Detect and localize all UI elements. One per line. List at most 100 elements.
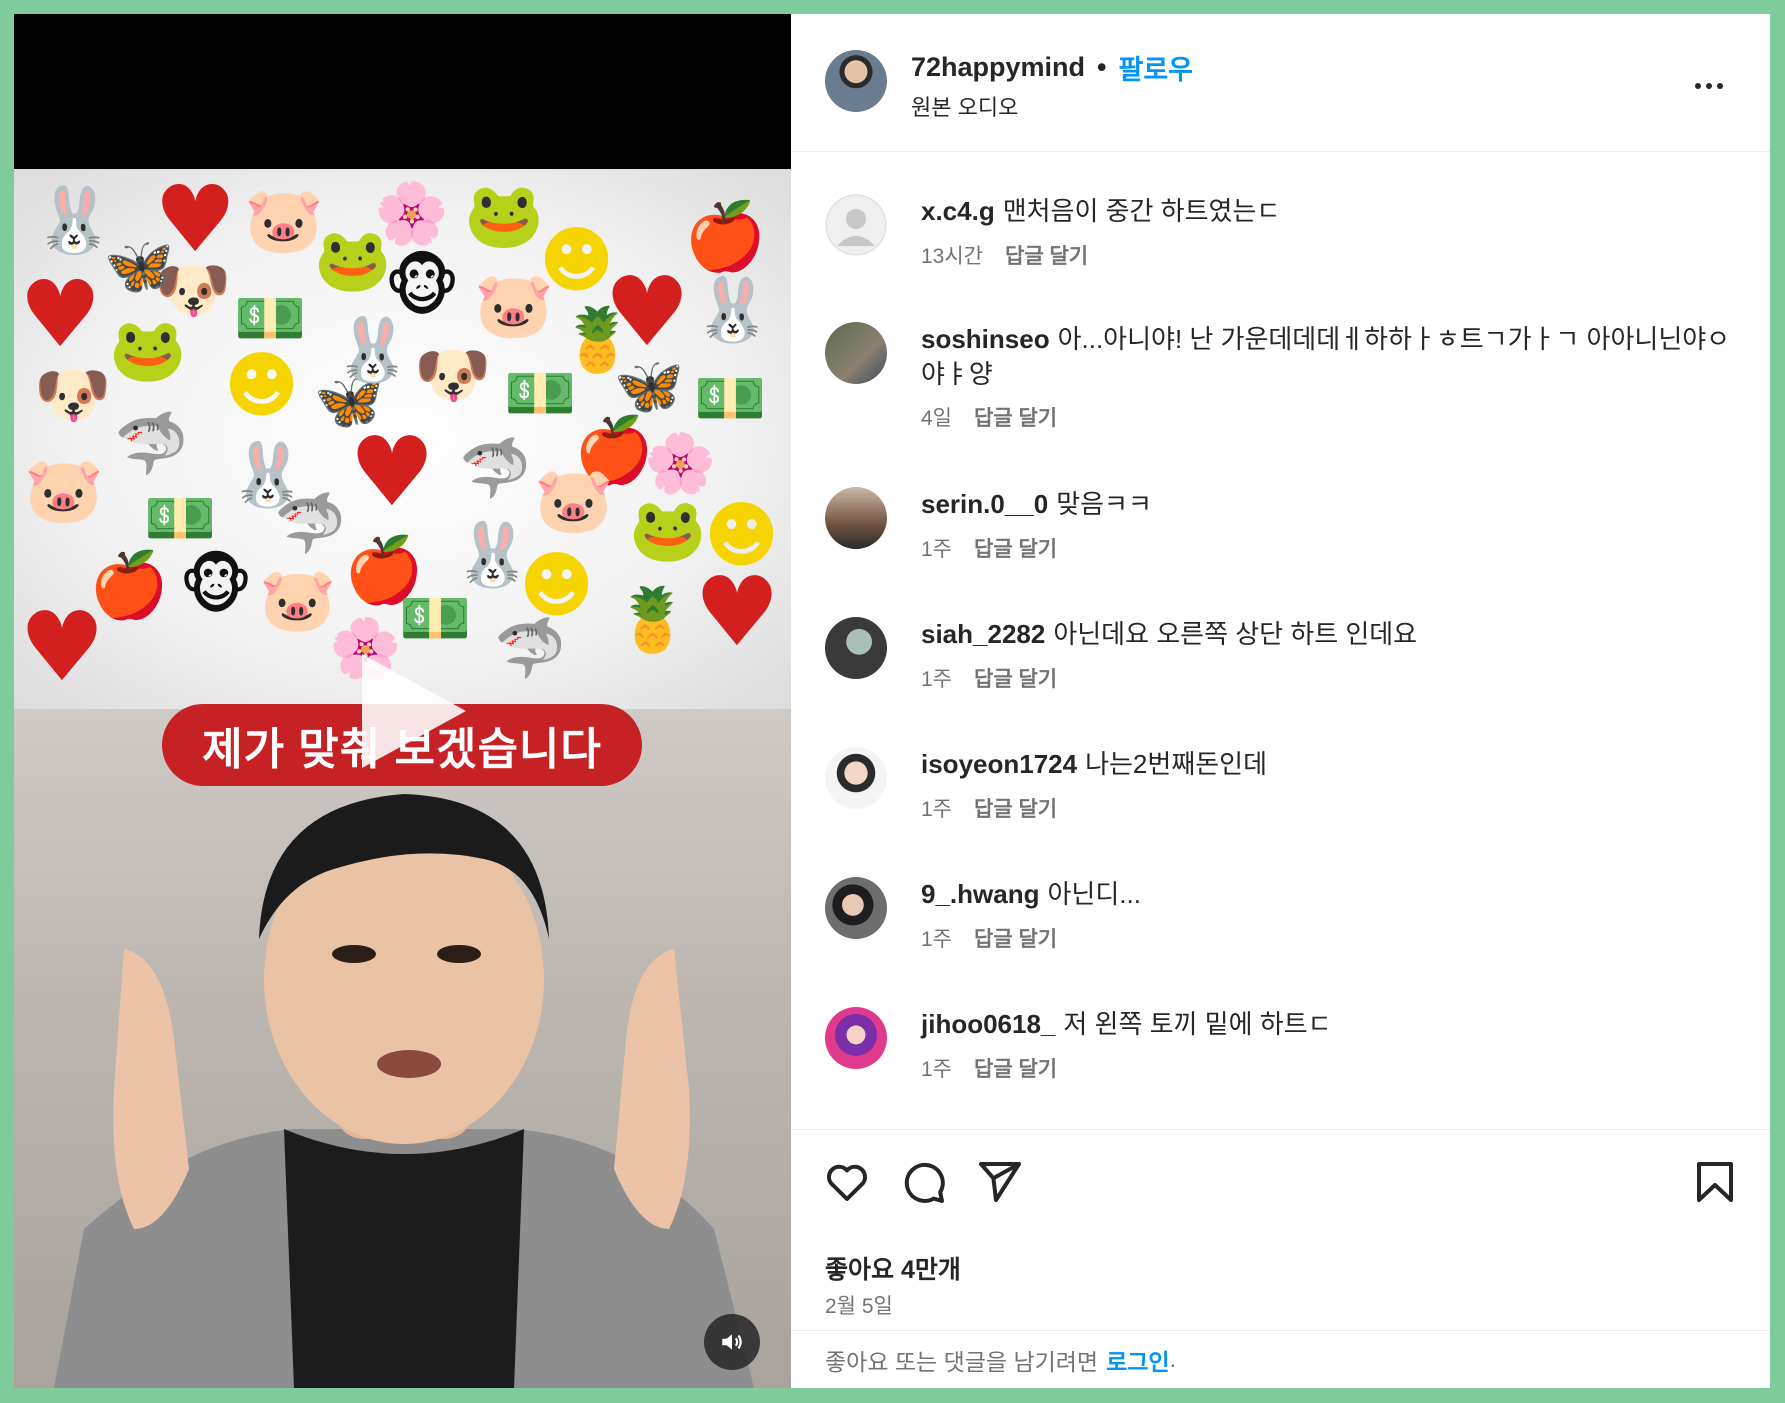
- frog-sticker: 🐸: [629, 493, 707, 566]
- author-row: 72happymind • 팔로우: [911, 48, 1193, 87]
- separator-dot: •: [1097, 52, 1107, 82]
- comment-meta: 1주 답글 달기: [921, 663, 1057, 693]
- reply-button[interactable]: 답글 달기: [1005, 240, 1088, 270]
- comment-meta: 4일 답글 달기: [921, 402, 1057, 432]
- pig-sticker: 🐷: [244, 184, 324, 258]
- login-prompt-suffix: .: [1169, 1346, 1176, 1372]
- volume-icon[interactable]: [704, 1314, 760, 1370]
- comment-username[interactable]: siah_2282: [921, 619, 1045, 649]
- author-avatar[interactable]: [825, 50, 887, 112]
- comment-time: 1주: [921, 1058, 952, 1081]
- heart-icon[interactable]: [823, 1158, 873, 1208]
- smiley-sticker: ☻: [519, 543, 595, 627]
- frog-sticker: 🐸: [109, 313, 187, 386]
- reply-button[interactable]: 답글 달기: [974, 793, 1057, 823]
- bookmark-icon[interactable]: [1691, 1158, 1741, 1208]
- flower-sticker: 🌸: [644, 429, 717, 497]
- reply-button[interactable]: 답글 달기: [974, 533, 1057, 563]
- comment-avatar[interactable]: [825, 1007, 887, 1069]
- comment-time: 4일: [921, 407, 952, 430]
- comment-content: 맨처음이 중간 하트였는ㄷ: [1002, 196, 1281, 226]
- heart-sticker: ♥: [604, 256, 691, 368]
- comment-time: 1주: [921, 798, 952, 821]
- comment-content: 아닌데요 오른쪽 상단 하트 인데요: [1053, 619, 1418, 649]
- presenter-figure: [54, 794, 754, 1388]
- pineapple-sticker: 🍍: [614, 583, 692, 656]
- comment-avatar[interactable]: [825, 487, 887, 549]
- comment-username[interactable]: soshinseo: [921, 324, 1050, 354]
- comment-avatar[interactable]: [825, 617, 887, 679]
- frog-sticker: 🐸: [314, 223, 392, 296]
- reply-button[interactable]: 답글 달기: [974, 663, 1057, 693]
- comment-avatar[interactable]: [825, 877, 887, 939]
- shark-sticker: 🦈: [459, 434, 532, 502]
- money-sticker: 💵: [694, 364, 767, 432]
- comments-list[interactable]: x.c4.g 맨처음이 중간 하트였는ㄷ 13시간 답글 달기 soshinseo…: [791, 152, 1770, 1142]
- monkey-sticker: 🐵: [384, 248, 461, 325]
- reply-button[interactable]: 답글 달기: [974, 402, 1057, 432]
- apple-sticker: 🍎: [684, 198, 767, 275]
- reply-button[interactable]: 답글 달기: [974, 923, 1057, 953]
- send-icon[interactable]: [975, 1158, 1025, 1208]
- pig-sticker: 🐷: [534, 464, 614, 538]
- comment-content: 맞음ㅋㅋ: [1056, 489, 1152, 519]
- money-sticker: 💵: [399, 584, 472, 652]
- comment-time: 1주: [921, 928, 952, 951]
- comment-avatar[interactable]: [825, 322, 887, 384]
- shark-sticker: 🦈: [494, 614, 567, 682]
- comment-text: siah_2282 아닌데요 오른쪽 상단 하트 인데요: [921, 617, 1741, 652]
- comment-text: x.c4.g 맨처음이 중간 하트였는ㄷ: [921, 194, 1741, 229]
- post-panel: 72happymind • 팔로우 원본 오디오 x.c4.g 맨처음이 중간 하…: [791, 14, 1770, 1388]
- likes-count[interactable]: 좋아요 4만개: [825, 1250, 961, 1286]
- comment-icon[interactable]: [899, 1158, 949, 1208]
- monkey-sticker: 🐵: [179, 549, 253, 623]
- money-sticker: 💵: [504, 359, 577, 427]
- comment-username[interactable]: isoyeon1724: [921, 749, 1077, 779]
- more-options-icon[interactable]: [1695, 76, 1735, 96]
- heart-sticker: ♥: [349, 416, 436, 528]
- comment-meta: 1주 답글 달기: [921, 1053, 1057, 1083]
- comment-avatar[interactable]: [825, 194, 887, 256]
- comment-username[interactable]: x.c4.g: [921, 196, 995, 226]
- comment-content: 아닌디...: [1047, 879, 1141, 909]
- comment-text: 9_.hwang 아닌디...: [921, 877, 1741, 912]
- comment-time: 13시간: [921, 245, 983, 268]
- heart-sticker: ♥: [694, 556, 781, 668]
- pig-sticker: 🐷: [259, 563, 337, 636]
- reel-video[interactable]: 🐰 ♥ 🐷 🌸 🐸 ☻ 🍎 ♥ 🐶 🦋 🐸 🐵 🐷 💵 🍍 ♥ 🐰 🐸 🐶 ☻ …: [14, 14, 791, 1388]
- follow-button[interactable]: 팔로우: [1119, 48, 1194, 87]
- audio-label[interactable]: 원본 오디오: [911, 90, 1018, 122]
- heart-sticker: ♥: [19, 591, 106, 703]
- play-icon[interactable]: [344, 646, 474, 776]
- sticker-collage: 🐰 ♥ 🐷 🌸 🐸 ☻ 🍎 ♥ 🐶 🦋 🐸 🐵 🐷 💵 🍍 ♥ 🐰 🐸 🐶 ☻ …: [14, 169, 791, 709]
- comment-text: jihoo0618_ 저 왼쪽 토끼 밑에 하트ㄷ: [921, 1007, 1741, 1042]
- page-frame: 🐰 ♥ 🐷 🌸 🐸 ☻ 🍎 ♥ 🐶 🦋 🐸 🐵 🐷 💵 🍍 ♥ 🐰 🐸 🐶 ☻ …: [14, 14, 1770, 1388]
- heart-sticker: ♥: [19, 261, 102, 368]
- video-letterbox: [14, 14, 791, 169]
- login-prompt: 좋아요 또는 댓글을 남기려면 로그인 .: [791, 1330, 1770, 1388]
- rabbit-sticker: 🐰: [694, 273, 772, 346]
- comment-text: isoyeon1724 나는2번째돈인데: [921, 747, 1741, 782]
- comment-content: 나는2번째돈인데: [1085, 749, 1267, 779]
- comment-content: 저 왼쪽 토끼 밑에 하트ㄷ: [1063, 1009, 1332, 1039]
- comment-time: 1주: [921, 538, 952, 561]
- shark-sticker: 🦈: [274, 489, 347, 557]
- dog-sticker: 🐶: [34, 358, 112, 431]
- comment-username[interactable]: jihoo0618_: [921, 1009, 1055, 1039]
- money-sticker: 💵: [144, 484, 217, 552]
- rabbit-sticker: 🐰: [34, 184, 114, 258]
- comment-username[interactable]: serin.0__0: [921, 489, 1048, 519]
- rabbit-sticker: 🐰: [334, 313, 412, 386]
- login-link[interactable]: 로그인: [1106, 1343, 1169, 1377]
- reply-button[interactable]: 답글 달기: [974, 1053, 1057, 1083]
- login-prompt-text: 좋아요 또는 댓글을 남기려면: [825, 1348, 1099, 1375]
- author-username[interactable]: 72happymind: [911, 52, 1085, 83]
- post-date: 2월 5일: [825, 1295, 893, 1318]
- shark-sticker: 🦈: [114, 409, 189, 479]
- pig-sticker: 🐷: [474, 269, 554, 343]
- comment-username[interactable]: 9_.hwang: [921, 879, 1039, 909]
- pig-sticker: 🐷: [24, 454, 104, 528]
- comment-avatar[interactable]: [825, 747, 887, 809]
- butterfly-sticker: 🦋: [104, 234, 174, 299]
- comment-meta: 13시간 답글 달기: [921, 240, 1088, 270]
